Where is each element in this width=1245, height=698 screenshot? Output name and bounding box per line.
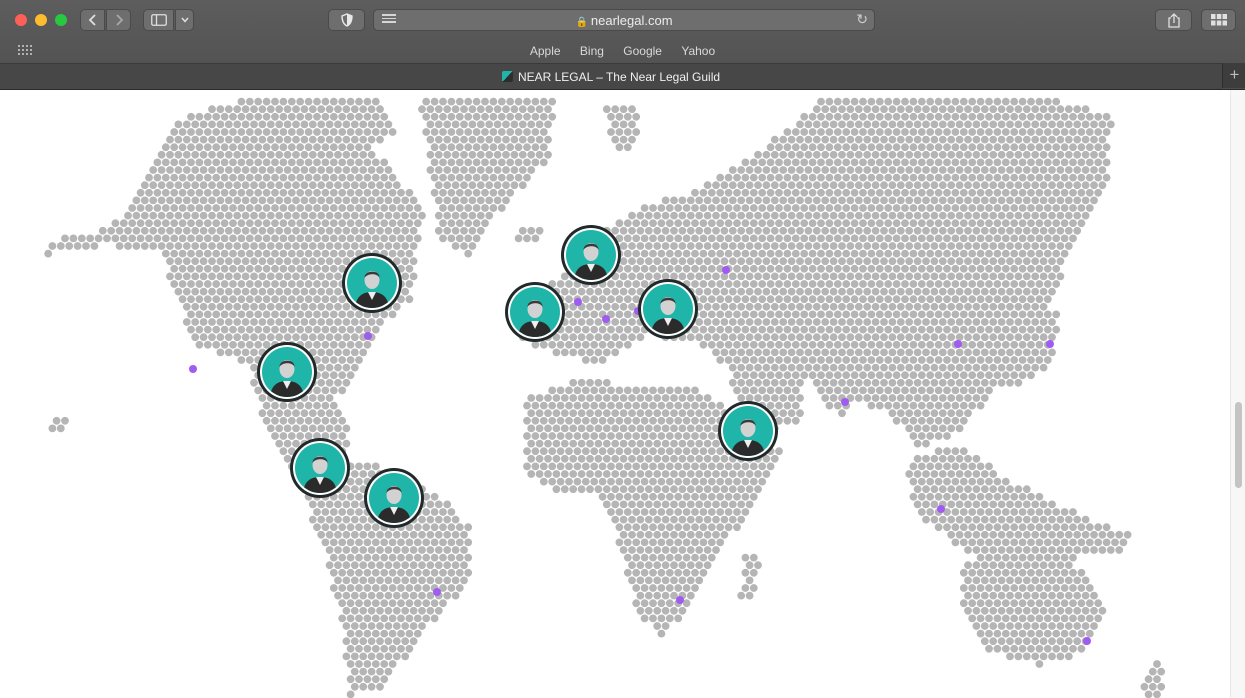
tab-overview-button[interactable] (1201, 9, 1236, 31)
vertical-scrollbar[interactable] (1230, 90, 1245, 698)
sidebar-menu-button[interactable] (175, 9, 194, 31)
tab-title-text: NEAR LEGAL – The Near Legal Guild (517, 70, 721, 84)
favorite-yahoo[interactable]: Yahoo (681, 44, 715, 58)
shield-icon (340, 13, 353, 27)
office-location-marker[interactable] (433, 588, 441, 596)
chevron-down-icon (180, 17, 189, 23)
reload-icon[interactable]: ↻ (856, 11, 868, 28)
favorite-bing[interactable]: Bing (580, 44, 604, 58)
avatar-ring (564, 228, 618, 282)
site-favicon-icon (501, 71, 513, 82)
scroll-thumb[interactable] (1235, 402, 1242, 488)
avatar-ring (721, 404, 775, 458)
avatar-ring (508, 285, 562, 339)
minimize-window-button[interactable] (35, 14, 47, 26)
office-location-marker[interactable] (676, 596, 684, 604)
share-button[interactable] (1155, 9, 1192, 31)
lawyer-avatar[interactable] (290, 438, 350, 498)
address-bar[interactable]: 🔒 nearlegal.com ↻ (373, 9, 875, 31)
office-location-marker[interactable] (722, 266, 730, 274)
chevron-left-icon (88, 14, 96, 26)
person-icon (566, 230, 616, 280)
map-dots (44, 97, 1166, 698)
lawyer-avatar[interactable] (561, 225, 621, 285)
office-location-marker[interactable] (189, 365, 197, 373)
sidebar-icon (150, 14, 167, 26)
favorites-bar: Apple Bing Google Yahoo (0, 44, 1245, 58)
office-location-marker[interactable] (954, 340, 962, 348)
share-icon (1167, 12, 1180, 28)
favorite-apple[interactable]: Apple (530, 44, 561, 58)
avatar-ring (260, 345, 314, 399)
privacy-report-button[interactable] (328, 9, 365, 31)
sidebar-button[interactable] (143, 9, 174, 31)
office-location-marker[interactable] (602, 315, 610, 323)
lawyer-avatar[interactable] (364, 468, 424, 528)
office-location-marker[interactable] (841, 398, 849, 406)
lawyer-avatar[interactable] (638, 279, 698, 339)
person-icon (347, 258, 397, 308)
avatar-ring (293, 441, 347, 495)
forward-button[interactable] (106, 9, 131, 31)
person-icon (723, 406, 773, 456)
page-content (0, 90, 1230, 698)
office-location-marker[interactable] (574, 298, 582, 306)
url-text: nearlegal.com (590, 13, 673, 28)
avatar-ring (641, 282, 695, 336)
person-icon (510, 287, 560, 337)
office-location-marker[interactable] (364, 332, 372, 340)
office-location-marker[interactable] (937, 505, 945, 513)
avatar-ring (345, 256, 399, 310)
office-location-marker[interactable] (1046, 340, 1054, 348)
new-tab-button[interactable]: + (1222, 63, 1245, 88)
browser-toolbar: 🔒 nearlegal.com ↻ Apple Bing Google Yahoo… (0, 0, 1245, 90)
lock-icon: 🔒 (575, 17, 588, 28)
active-tab[interactable]: NEAR LEGAL – The Near Legal Guild (0, 70, 1222, 84)
chevron-right-icon (115, 14, 123, 26)
lawyer-avatar[interactable] (505, 282, 565, 342)
lawyer-avatar[interactable] (718, 401, 778, 461)
zoom-window-button[interactable] (55, 14, 67, 26)
favorite-google[interactable]: Google (623, 44, 662, 58)
office-location-marker[interactable] (1083, 637, 1091, 645)
tab-bar: NEAR LEGAL – The Near Legal Guild (0, 63, 1222, 89)
tab-overview-icon (1210, 14, 1227, 26)
person-icon (369, 473, 419, 523)
person-icon (643, 284, 693, 334)
avatar-ring (367, 471, 421, 525)
dotted-world-map (44, 97, 1166, 698)
close-window-button[interactable] (15, 14, 27, 26)
back-button[interactable] (80, 9, 105, 31)
lawyer-avatar[interactable] (257, 342, 317, 402)
person-icon (262, 347, 312, 397)
lawyer-avatar[interactable] (342, 253, 402, 313)
url-display: 🔒 nearlegal.com (374, 13, 874, 28)
person-icon (295, 443, 345, 493)
